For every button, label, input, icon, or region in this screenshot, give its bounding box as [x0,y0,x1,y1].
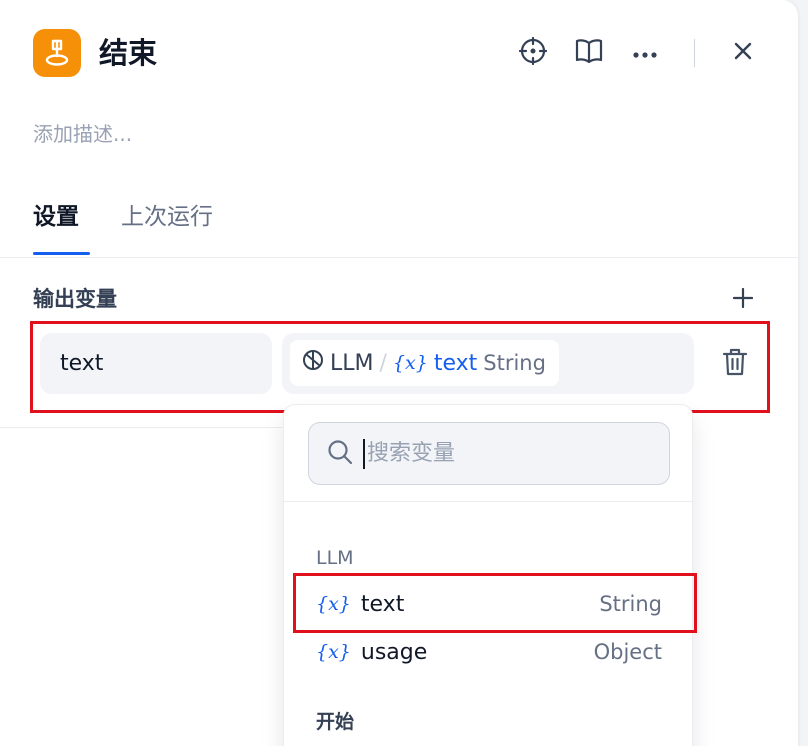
node-title[interactable]: 结束 [99,33,157,73]
text-caret [363,438,365,469]
plus-icon [732,287,754,312]
section-divider [0,427,282,428]
locate-button[interactable] [516,36,550,70]
variable-icon: {x} [316,641,351,663]
variable-search-box[interactable] [308,422,670,485]
end-node-icon [33,29,81,77]
help-doc-button[interactable] [572,36,606,70]
tab-settings[interactable]: 设置 [33,200,79,234]
search-icon [327,439,353,469]
group-label-start: 开始 [316,711,355,733]
variable-search-input[interactable] [367,441,657,466]
option-name: usage [360,639,428,665]
add-variable-button[interactable] [727,284,759,316]
book-icon [574,37,604,69]
option-type: Object [593,640,662,664]
more-button[interactable] [628,36,662,70]
close-button[interactable] [726,36,760,70]
variable-option-usage[interactable]: {x} usage Object [294,629,684,675]
locate-icon [518,36,548,69]
tab-divider [0,257,798,258]
close-icon [733,41,753,65]
group-label-llm: LLM [316,547,354,569]
variable-row-highlight [30,321,770,413]
active-tab-indicator [33,252,90,255]
description-input[interactable]: 添加描述... [33,120,132,148]
tab-last-run[interactable]: 上次运行 [121,200,213,234]
header-divider [694,39,695,67]
option-highlight [293,573,697,633]
more-icon [632,44,658,63]
output-variables-title: 输出变量 [33,287,117,311]
dropdown-divider [284,501,692,502]
node-panel: 结束 添加描述... 设置 上次运行 输出变量 text LLM / {x} t… [0,0,798,746]
